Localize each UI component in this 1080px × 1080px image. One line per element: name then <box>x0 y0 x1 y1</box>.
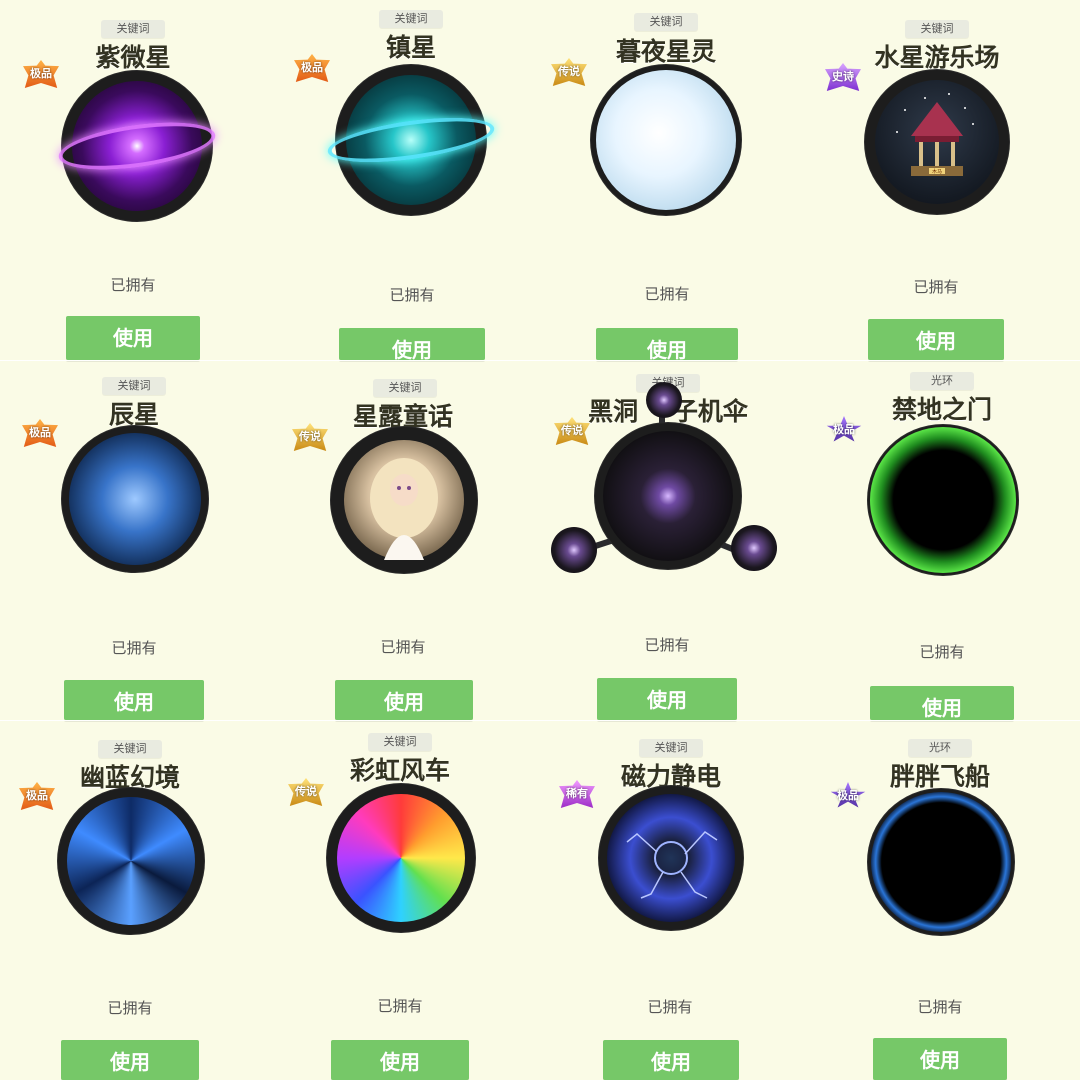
owned-label: 已拥有 <box>389 286 435 304</box>
use-button[interactable]: 使用 <box>64 680 204 720</box>
keyword-tag: 关键词 <box>98 740 162 758</box>
card-cilijingdian[interactable]: 关键词 磁力静电 稀有 已拥有 使用 <box>540 720 810 1080</box>
owned-label: 已拥有 <box>919 643 965 661</box>
blue-swirl-orb-icon <box>67 797 195 925</box>
svg-text:木马: 木马 <box>932 168 942 175</box>
rarity-badge: 传说 <box>292 423 328 451</box>
use-button[interactable]: 使用 <box>868 319 1004 360</box>
card-youlanhuanjing[interactable]: 关键词 幽蓝幻境 极品 已拥有 使用 <box>0 720 270 1080</box>
black-hole-icon <box>603 431 733 561</box>
owned-label: 已拥有 <box>644 285 690 303</box>
card-shuixingyoulechang[interactable]: 关键词 水星游乐场 史诗 木马 已拥有 使用 <box>810 0 1080 360</box>
item-preview: 木马 <box>865 70 1009 214</box>
blue-ring-portal-icon <box>871 792 1011 932</box>
card-muyexingling[interactable]: 关键词 暮夜星灵 传说 已拥有 使用 <box>540 0 810 360</box>
card-title: 胖胖飞船 <box>889 762 991 791</box>
owned-label: 已拥有 <box>644 636 690 654</box>
keyword-tag: 光环 <box>910 372 974 390</box>
card-pangpangfeichuan[interactable]: 光环 胖胖飞船 极品 已拥有 使用 <box>810 720 1080 1080</box>
card-jindizhimen[interactable]: 光环 禁地之门 极品 已拥有 使用 <box>810 360 1080 720</box>
keyword-tag: 关键词 <box>101 20 165 38</box>
drone-satellite-icon <box>551 527 597 573</box>
use-button[interactable]: 使用 <box>596 328 738 360</box>
item-preview <box>868 789 1014 935</box>
item-preview <box>325 65 497 215</box>
card-heidong[interactable]: 关键词 黑洞 子机伞 传说 已拥有 使用 <box>540 360 810 720</box>
rarity-badge: 传说 <box>554 417 590 445</box>
card-caihongfengche[interactable]: 关键词 彩虹风车 传说 已拥有 使用 <box>270 720 540 1080</box>
lightning-orb-icon <box>607 794 735 922</box>
item-preview <box>331 427 477 573</box>
drone-satellite-icon <box>646 382 682 418</box>
carousel-icon: 木马 <box>896 93 974 176</box>
rarity-badge: 传说 <box>288 778 324 806</box>
use-button[interactable]: 使用 <box>331 1040 469 1080</box>
owned-label: 已拥有 <box>380 638 426 656</box>
card-xingludonghua[interactable]: 关键词 星露童话 传说 已拥有 使用 <box>270 360 540 720</box>
item-preview <box>595 423 741 569</box>
fairy-portrait-icon <box>344 440 464 560</box>
owned-label: 已拥有 <box>913 278 959 296</box>
panel-row-2: 关键词 辰星 极品 已拥有 使用 关键词 星露童话 传说 已拥有 使用 黑洞 子… <box>0 360 1080 720</box>
keyword-tag: 关键词 <box>639 739 703 757</box>
lightning-icon <box>626 831 718 899</box>
rarity-badge: 极品 <box>19 782 55 810</box>
rarity-badge: 极品 <box>22 419 58 447</box>
card-title: 彩虹风车 <box>349 756 451 785</box>
card-title: 紫微星 <box>95 43 171 72</box>
panel-row-3: 关键词 幽蓝幻境 极品 已拥有 使用 关键词 彩虹风车 传说 已拥有 使用 关键… <box>0 720 1080 1080</box>
rarity-badge: 史诗 <box>825 63 861 91</box>
keyword-tag: 光环 <box>908 739 972 757</box>
drone-satellite-icon <box>731 525 777 571</box>
owned-label: 已拥有 <box>647 998 693 1016</box>
owned-label: 已拥有 <box>107 999 153 1017</box>
rarity-badge: 极品 <box>830 782 866 810</box>
rainbow-pinwheel-icon <box>337 794 465 922</box>
card-title: 水星游乐场 <box>874 43 1000 72</box>
card-title: 暮夜星灵 <box>615 37 717 66</box>
use-button[interactable]: 使用 <box>603 1040 739 1080</box>
keyword-tag: 关键词 <box>102 377 166 395</box>
item-preview <box>58 788 204 934</box>
keyword-tag: 关键词 <box>368 733 432 751</box>
use-button[interactable]: 使用 <box>335 680 473 720</box>
rarity-badge: 极品 <box>294 54 330 82</box>
item-preview <box>599 786 743 930</box>
owned-label: 已拥有 <box>377 997 423 1015</box>
use-button[interactable]: 使用 <box>597 678 737 720</box>
item-preview <box>591 65 741 215</box>
rarity-badge: 稀有 <box>559 780 595 808</box>
carousel-globe-icon: 木马 <box>875 80 999 204</box>
item-preview <box>868 425 1018 575</box>
item-preview <box>327 784 475 932</box>
owned-label: 已拥有 <box>110 276 156 294</box>
keyword-tag: 关键词 <box>373 379 437 397</box>
card-ziweixing[interactable]: 关键词 紫微星 极品 已拥有 使用 <box>0 0 270 360</box>
card-chenxing[interactable]: 关键词 辰星 极品 已拥有 使用 <box>0 360 270 720</box>
item-preview <box>62 426 208 572</box>
card-title: 镇星 <box>385 33 437 62</box>
fairy-girl-icon <box>370 458 438 560</box>
use-button[interactable]: 使用 <box>870 686 1014 720</box>
owned-label: 已拥有 <box>917 998 963 1016</box>
blue-plasma-orb-icon <box>69 433 201 565</box>
card-zhenxing[interactable]: 关键词 镇星 极品 已拥有 使用 <box>270 0 540 360</box>
rarity-badge: 极品 <box>826 416 862 444</box>
keyword-tag: 关键词 <box>634 13 698 31</box>
card-title: 禁地之门 <box>891 395 993 424</box>
rarity-badge: 传说 <box>551 58 587 86</box>
use-button[interactable]: 使用 <box>66 316 200 360</box>
white-star-orb-icon <box>596 70 736 210</box>
rarity-badge: 极品 <box>23 60 59 88</box>
panel-row-1: 关键词 紫微星 极品 已拥有 使用 关键词 镇星 极品 已拥有 使用 关键词 暮… <box>0 0 1080 360</box>
use-button[interactable]: 使用 <box>873 1038 1007 1080</box>
keyword-tag: 关键词 <box>905 20 969 38</box>
use-button[interactable]: 使用 <box>339 328 485 360</box>
owned-label: 已拥有 <box>111 639 157 657</box>
keyword-tag: 关键词 <box>379 10 443 28</box>
item-preview <box>55 71 219 221</box>
green-portal-icon <box>870 427 1016 573</box>
use-button[interactable]: 使用 <box>61 1040 199 1080</box>
